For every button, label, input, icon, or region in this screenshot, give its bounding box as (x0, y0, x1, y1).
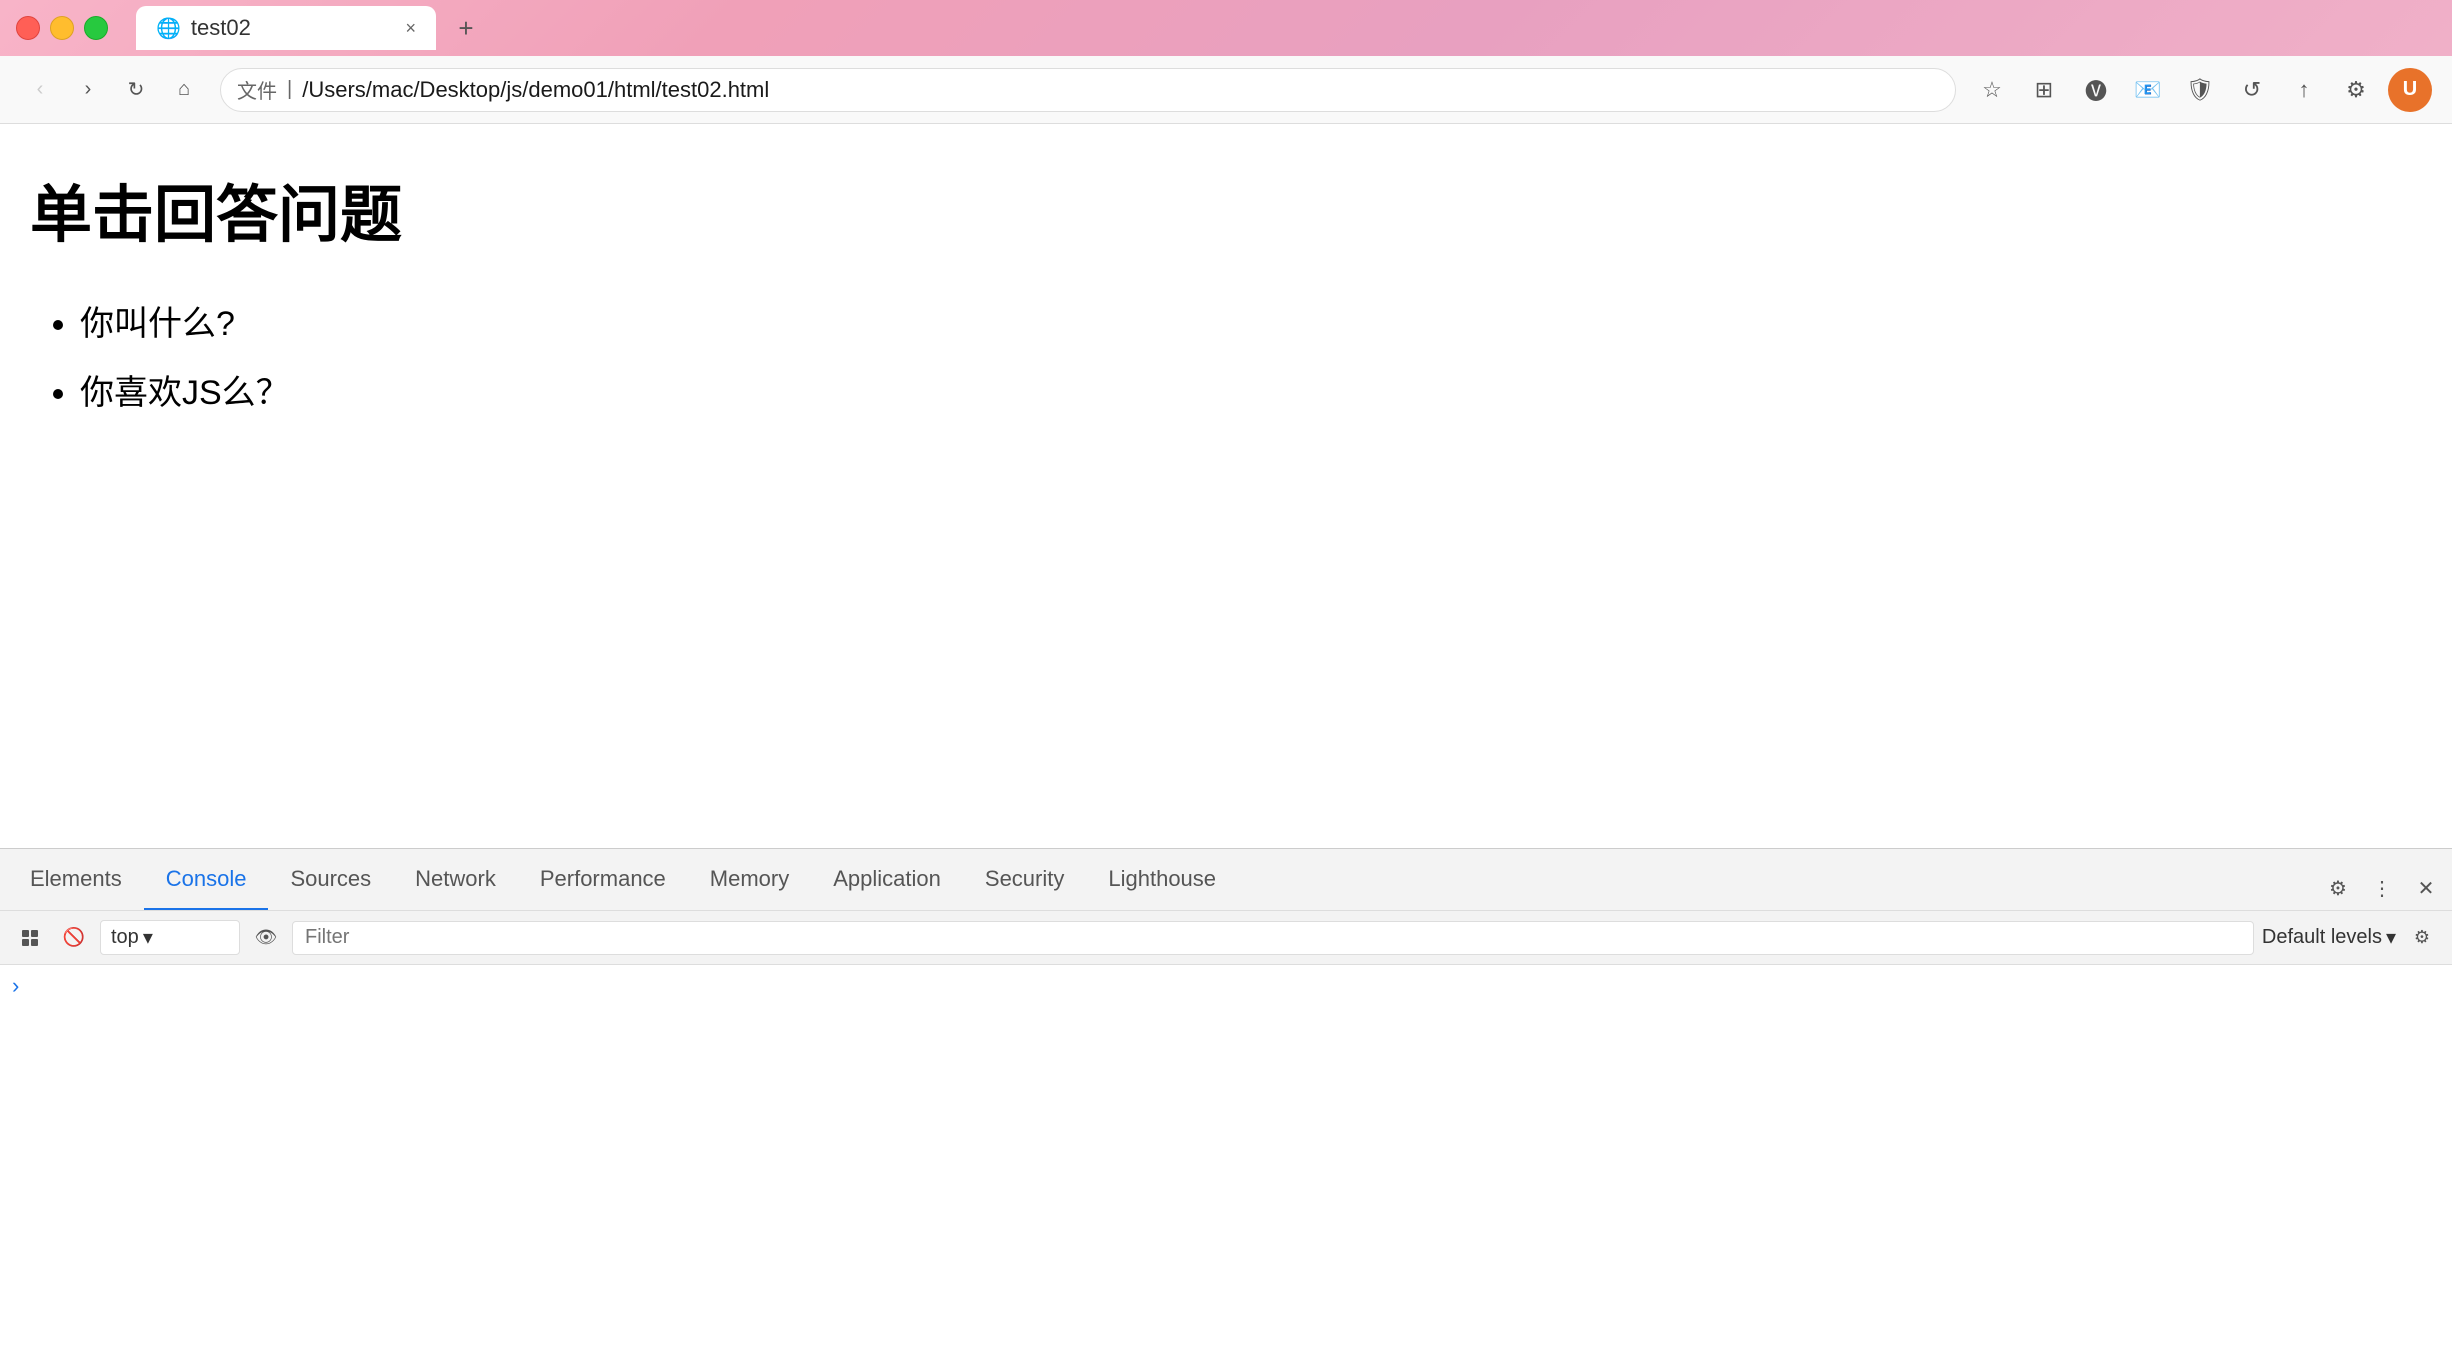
console-context-selector[interactable]: top ▾ (100, 920, 240, 955)
console-levels-selector[interactable]: Default levels ▾ (2262, 925, 2396, 950)
address-separator: | (287, 78, 292, 101)
tab-security[interactable]: Security (963, 849, 1086, 910)
close-window-button[interactable] (16, 16, 40, 40)
back-button[interactable]: ‹ (20, 70, 60, 110)
voilet-button[interactable]: 🅥 (2076, 70, 2116, 110)
console-clear-button[interactable]: 🚫 (56, 920, 92, 956)
chevron-down-icon: ▾ (143, 925, 153, 950)
console-levels-label: Default levels (2262, 926, 2382, 949)
extensions-button[interactable]: ⊞ (2024, 70, 2064, 110)
settings-button[interactable]: ⚙ (2336, 70, 2376, 110)
tab-bar: 🌐 test02 × + (136, 6, 2436, 50)
page-list: 你叫什么? 你喜欢JS么？ (80, 294, 2422, 424)
tab-title: test02 (191, 15, 396, 41)
minimize-window-button[interactable] (50, 16, 74, 40)
devtools-tab-bar: Elements Console Sources Network Perform… (0, 849, 2452, 911)
address-url: /Users/mac/Desktop/js/demo01/html/test02… (302, 77, 1939, 103)
browser-tab[interactable]: 🌐 test02 × (136, 6, 436, 50)
address-protocol: 文件 (237, 75, 277, 104)
devtools-panel: Elements Console Sources Network Perform… (0, 848, 2452, 1368)
tab-network[interactable]: Network (393, 849, 518, 910)
chevron-down-icon: ▾ (2386, 925, 2396, 950)
history-button[interactable]: ↺ (2232, 70, 2272, 110)
new-tab-button[interactable]: + (444, 6, 488, 50)
console-toolbar: 🚫 top ▾ 👁 Default levels ▾ ⚙ (0, 911, 2452, 965)
page-content: 单击回答问题 你叫什么? 你喜欢JS么？ (0, 124, 2452, 804)
console-run-button[interactable] (12, 920, 48, 956)
devtools-settings-button[interactable]: ⚙ (2320, 870, 2356, 906)
list-item: 你叫什么? (80, 294, 2422, 355)
bookmark-button[interactable]: ☆ (1972, 70, 2012, 110)
console-output: › (0, 965, 2452, 1007)
user-avatar[interactable]: U (2388, 68, 2432, 112)
forward-button[interactable]: › (68, 70, 108, 110)
tab-lighthouse[interactable]: Lighthouse (1086, 849, 1238, 910)
outlook-button[interactable]: 📧 (2128, 70, 2168, 110)
console-chevron-icon[interactable]: › (12, 973, 19, 998)
tab-console[interactable]: Console (144, 849, 269, 910)
tab-close-button[interactable]: × (405, 18, 416, 39)
navigation-bar: ‹ › ↻ ⌂ 文件 | /Users/mac/Desktop/js/demo0… (0, 56, 2452, 124)
nav-right-controls: ☆ ⊞ 🅥 📧 🛡 ↺ ↑ ⚙ U (1972, 68, 2432, 112)
devtools-close-button[interactable]: ✕ (2408, 870, 2444, 906)
list-item: 你喜欢JS么？ (80, 363, 2422, 424)
tab-favicon: 🌐 (156, 16, 181, 41)
tab-performance[interactable]: Performance (518, 849, 688, 910)
console-context-label: top (111, 926, 139, 949)
shield-icon[interactable]: 🛡 (2180, 70, 2220, 110)
maximize-window-button[interactable] (84, 16, 108, 40)
devtools-more-button[interactable]: ⋮ (2364, 870, 2400, 906)
update-button[interactable]: ↑ (2284, 70, 2324, 110)
tab-memory[interactable]: Memory (688, 849, 811, 910)
console-filter-input[interactable] (292, 921, 2254, 955)
refresh-button[interactable]: ↻ (116, 70, 156, 110)
devtools-right-controls: ⚙ ⋮ ✕ (2320, 870, 2444, 910)
tab-application[interactable]: Application (811, 849, 963, 910)
console-eye-button[interactable]: 👁 (248, 920, 284, 956)
console-settings-button[interactable]: ⚙ (2404, 920, 2440, 956)
play-icon (20, 928, 40, 948)
address-bar[interactable]: 文件 | /Users/mac/Desktop/js/demo01/html/t… (220, 68, 1956, 112)
page-title: 单击回答问题 (30, 164, 2422, 254)
tab-elements[interactable]: Elements (8, 849, 144, 910)
home-button[interactable]: ⌂ (164, 70, 204, 110)
tab-sources[interactable]: Sources (268, 849, 393, 910)
traffic-lights (16, 16, 108, 40)
